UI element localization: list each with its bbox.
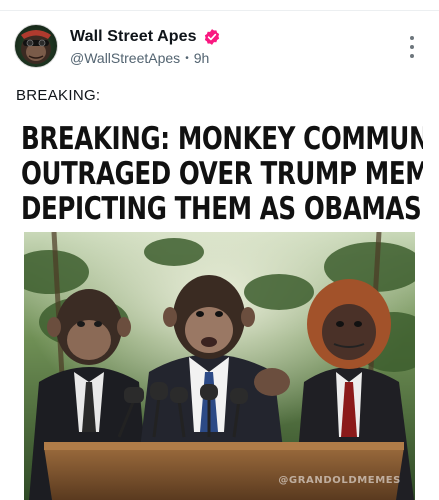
- separator-dot: •: [185, 52, 189, 64]
- headline-line-3: DEPICTING THEM AS OBAMAS: [21, 191, 422, 227]
- meme-watermark: @GRANDOLDMEMES: [278, 475, 401, 486]
- author-handle[interactable]: @WallStreetApes: [70, 50, 180, 66]
- ape-avatar-icon: [21, 30, 51, 64]
- more-options-icon: [410, 36, 414, 40]
- meme-photo: [24, 232, 415, 500]
- jungle-press-conference-illustration: [24, 232, 415, 500]
- headline-line-2: OUTRAGED OVER TRUMP MEME: [21, 156, 423, 192]
- post-text: BREAKING:: [16, 87, 101, 104]
- more-options-dot: [410, 45, 414, 49]
- post-timestamp[interactable]: 9h: [194, 50, 210, 66]
- more-options-dot: [410, 54, 414, 58]
- author-block: Wall Street Apes @WallStreetApes • 9h: [70, 28, 221, 66]
- avatar[interactable]: [14, 24, 58, 68]
- podium: [44, 447, 404, 500]
- meme-headline: BREAKING: MONKEY COMMUNITY OUTRAGED OVER…: [21, 121, 423, 227]
- author-display-name[interactable]: Wall Street Apes: [70, 28, 197, 46]
- headline-line-1: BREAKING: MONKEY COMMUNITY: [21, 121, 423, 157]
- post-header: Wall Street Apes @WallStreetApes • 9h: [14, 24, 425, 70]
- more-options-button[interactable]: [403, 36, 421, 58]
- post-media[interactable]: BREAKING: MONKEY COMMUNITY OUTRAGED OVER…: [16, 113, 423, 500]
- top-divider: [0, 0, 439, 11]
- verified-badge-icon: [203, 28, 221, 46]
